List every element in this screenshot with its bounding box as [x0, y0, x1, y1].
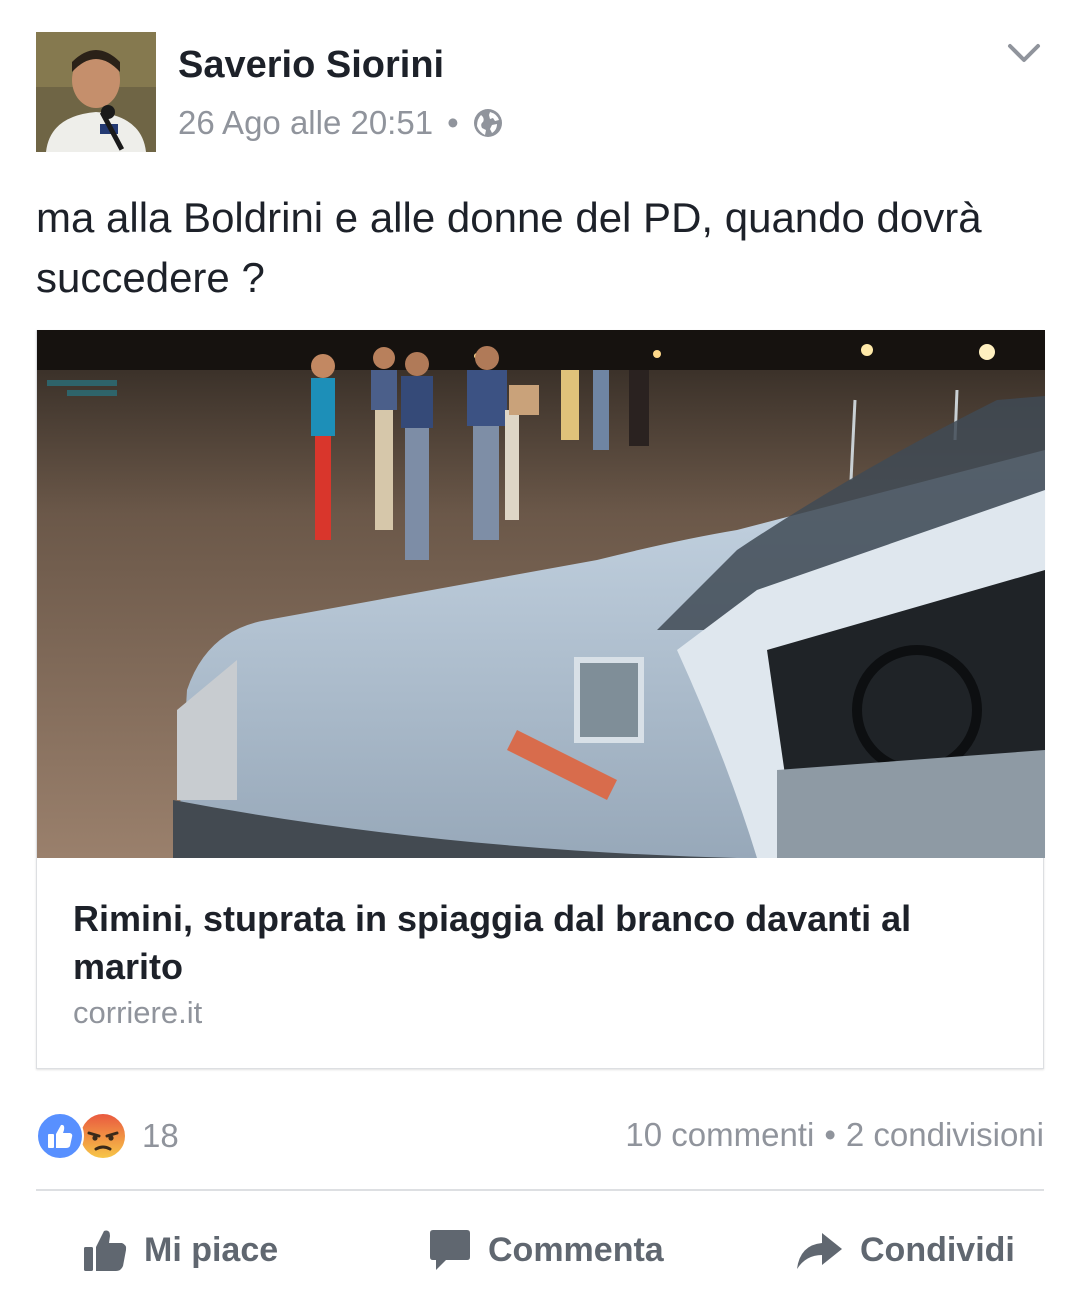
- like-button[interactable]: Mi piace: [82, 1212, 278, 1288]
- car-on-beach-photo: [37, 330, 1045, 858]
- angry-icon: [79, 1112, 127, 1160]
- share-arrow-icon: [797, 1233, 842, 1269]
- post-meta: 26 Ago alle 20:51 •: [178, 104, 503, 142]
- divider: [36, 1189, 1044, 1191]
- author-name[interactable]: Saverio Siorini: [178, 44, 444, 87]
- avatar[interactable]: [36, 32, 156, 152]
- like-icon: [36, 1112, 84, 1160]
- counts-separator: •: [824, 1116, 836, 1153]
- comment-icon: [430, 1230, 470, 1270]
- globe-icon: [473, 109, 502, 137]
- action-bar: Mi piace Commenta Condividi: [36, 1212, 1044, 1292]
- engagement-counts: 10 commenti • 2 condivisioni: [625, 1116, 1044, 1154]
- share-label: Condividi: [860, 1230, 1015, 1269]
- link-domain: corriere.it: [73, 995, 203, 1030]
- shares-count[interactable]: 2 condivisioni: [846, 1116, 1044, 1154]
- comments-count[interactable]: 10 commenti: [625, 1116, 814, 1154]
- chevron-down-icon[interactable]: [1004, 36, 1044, 70]
- reaction-count: 18: [142, 1117, 179, 1154]
- post-header: Saverio Siorini 26 Ago alle 20:51 •: [36, 32, 1044, 152]
- link-image[interactable]: [37, 330, 1045, 858]
- post-timestamp[interactable]: 26 Ago alle 20:51: [178, 104, 433, 142]
- comment-label: Commenta: [488, 1230, 664, 1269]
- like-label: Mi piace: [144, 1230, 279, 1269]
- share-button[interactable]: Condividi: [794, 1212, 1015, 1288]
- post-text: ma alla Boldrini e alle donne del PD, qu…: [36, 194, 982, 301]
- meta-separator: •: [447, 104, 459, 141]
- link-title[interactable]: Rimini, stuprata in spiaggia dal branco …: [73, 895, 1013, 991]
- link-preview-card[interactable]: Rimini, stuprata in spiaggia dal branco …: [36, 330, 1045, 1069]
- reactions-summary[interactable]: 18: [36, 1112, 179, 1160]
- thumbs-up-icon: [84, 1230, 127, 1271]
- comment-button[interactable]: Commenta: [426, 1212, 664, 1288]
